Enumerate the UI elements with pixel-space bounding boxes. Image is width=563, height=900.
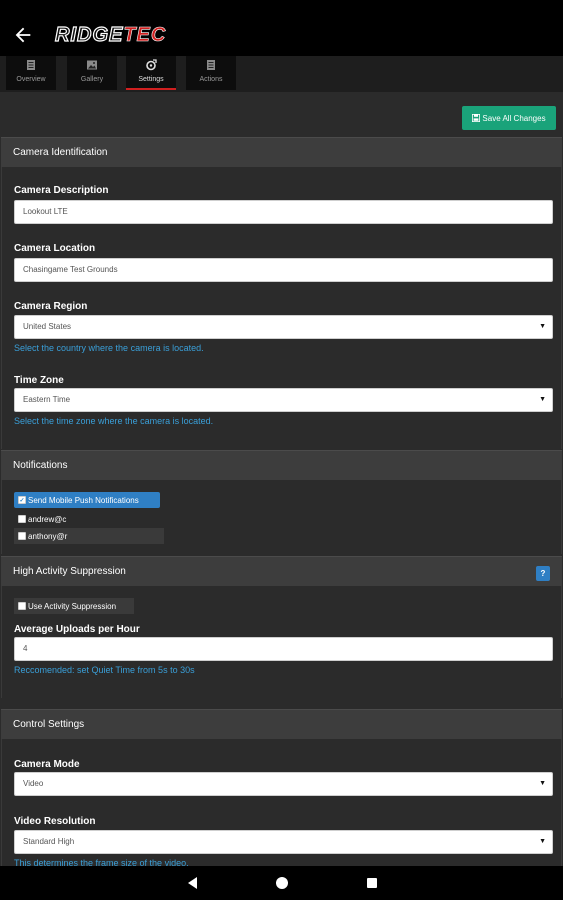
- tab-bar: Overview Gallery Settings Actions: [0, 56, 563, 92]
- camera-description-label: Camera Description: [14, 185, 109, 196]
- camera-location-value: Chasingame Test Grounds: [23, 265, 118, 274]
- back-button[interactable]: [12, 24, 34, 48]
- nav-recents-icon[interactable]: [365, 876, 379, 890]
- tab-overview[interactable]: Overview: [6, 56, 56, 90]
- caret-down-icon: ▼: [539, 838, 546, 845]
- camera-region-help: Select the country where the camera is l…: [14, 343, 204, 353]
- checkbox-checked-icon: ✓: [18, 496, 26, 504]
- checkbox-icon: [18, 602, 26, 610]
- control-settings-panel: Camera Mode Video ▼ Video Resolution Sta…: [1, 739, 562, 866]
- high-activity-header: High Activity Suppression ?: [1, 556, 562, 586]
- video-resolution-help: This determines the frame size of the vi…: [14, 858, 189, 866]
- video-resolution-select[interactable]: Standard High ▼: [14, 830, 553, 854]
- camera-mode-value: Video: [23, 779, 44, 788]
- settings-icon: [146, 59, 157, 71]
- average-uploads-help: Reccomended: set Quiet Time from 5s to 3…: [14, 665, 195, 675]
- camera-identification-panel: Camera Description Lookout LTE Camera Lo…: [1, 167, 562, 449]
- help-button[interactable]: ?: [536, 566, 550, 581]
- send-push-notifications-checkbox[interactable]: ✓ Send Mobile Push Notifications: [14, 492, 160, 508]
- caret-down-icon: ▼: [539, 396, 546, 403]
- logo-text-ridge: RIDGE: [54, 23, 124, 46]
- notify-user-checkbox[interactable]: anthony@r: [14, 528, 164, 544]
- notify-user-checkbox[interactable]: andrew@c: [14, 511, 114, 527]
- tab-gallery[interactable]: Gallery: [67, 56, 117, 90]
- camera-region-select[interactable]: United States ▼: [14, 315, 553, 339]
- notify-user-label: andrew@c: [28, 514, 67, 524]
- tab-label: Settings: [138, 76, 164, 83]
- notifications-header: Notifications: [1, 450, 562, 480]
- camera-mode-select[interactable]: Video ▼: [14, 772, 553, 796]
- average-uploads-value: 4: [23, 644, 28, 653]
- notify-user-label: anthony@r: [28, 531, 68, 541]
- list-icon: [207, 60, 215, 70]
- nav-home-icon[interactable]: [275, 876, 289, 890]
- control-settings-header: Control Settings: [1, 709, 562, 739]
- camera-region-value: United States: [23, 322, 72, 331]
- ridgetec-logo: RIDGETEC: [54, 23, 167, 47]
- checkbox-icon: [18, 532, 26, 540]
- video-resolution-value: Standard High: [23, 837, 75, 846]
- camera-region-label: Camera Region: [14, 301, 88, 312]
- caret-down-icon: ▼: [539, 780, 546, 787]
- caret-down-icon: ▼: [539, 323, 546, 330]
- use-activity-suppression-label: Use Activity Suppression: [28, 601, 117, 611]
- tab-label: Overview: [16, 76, 46, 83]
- save-all-changes-button[interactable]: Save All Changes: [462, 106, 556, 130]
- tab-label: Gallery: [80, 76, 104, 83]
- panel-title: High Activity Suppression: [13, 566, 126, 577]
- logo-text-tec: TEC: [123, 24, 167, 47]
- list-icon: [27, 60, 35, 70]
- camera-mode-label: Camera Mode: [14, 759, 80, 770]
- system-nav-bar: [0, 866, 563, 900]
- camera-description-input[interactable]: Lookout LTE: [14, 200, 553, 224]
- camera-location-label: Camera Location: [14, 243, 96, 254]
- panel-title: Control Settings: [13, 719, 85, 730]
- tab-settings[interactable]: Settings: [126, 56, 176, 90]
- time-zone-select[interactable]: Eastern Time ▼: [14, 388, 553, 412]
- panel-title: Camera Identification: [13, 147, 108, 158]
- save-button-label: Save All Changes: [482, 113, 546, 123]
- save-icon: [472, 114, 481, 122]
- time-zone-value: Eastern Time: [23, 395, 71, 404]
- average-uploads-input[interactable]: 4: [14, 637, 553, 661]
- notifications-panel: ✓ Send Mobile Push Notifications andrew@…: [1, 480, 562, 554]
- camera-identification-header: Camera Identification: [1, 137, 562, 167]
- average-uploads-label: Average Uploads per Hour: [14, 624, 140, 635]
- panel-title: Notifications: [13, 460, 68, 471]
- image-icon: [87, 60, 97, 70]
- time-zone-label: Time Zone: [14, 375, 64, 386]
- use-activity-suppression-checkbox[interactable]: Use Activity Suppression: [14, 598, 134, 614]
- send-push-notifications-label: Send Mobile Push Notifications: [28, 495, 139, 505]
- camera-location-input[interactable]: Chasingame Test Grounds: [14, 258, 553, 282]
- tab-label: Actions: [199, 76, 223, 83]
- nav-back-icon[interactable]: [186, 876, 200, 890]
- app-header: RIDGETEC: [0, 0, 563, 56]
- high-activity-panel: Use Activity Suppression Average Uploads…: [1, 586, 562, 698]
- tab-actions[interactable]: Actions: [186, 56, 236, 90]
- time-zone-help: Select the time zone where the camera is…: [14, 416, 214, 426]
- checkbox-icon: [18, 515, 26, 523]
- arrow-left-icon: [15, 27, 31, 43]
- camera-description-value: Lookout LTE: [23, 207, 68, 216]
- video-resolution-label: Video Resolution: [14, 816, 96, 827]
